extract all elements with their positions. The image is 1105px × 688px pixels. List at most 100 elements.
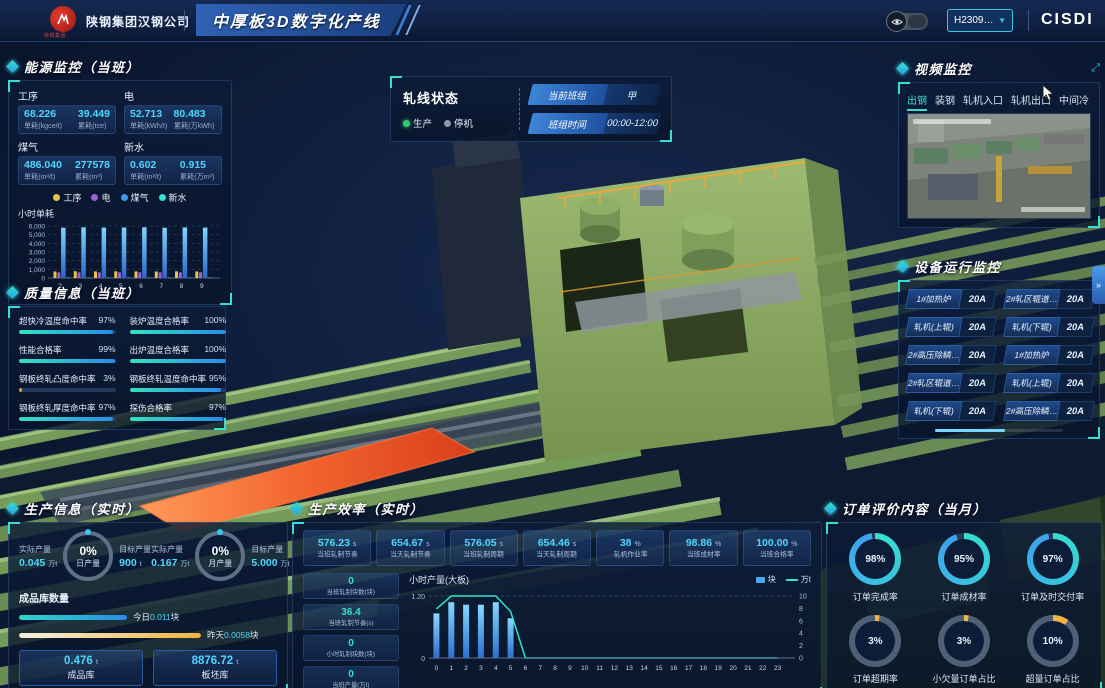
legend-dot — [53, 194, 60, 201]
svg-text:10: 10 — [581, 665, 589, 672]
batch-selector-value: H2309… — [954, 15, 993, 26]
monthly-output-gauge: 0%月产量 — [195, 531, 245, 581]
panel-collapse-tab[interactable]: » — [1092, 266, 1105, 304]
svg-text:23: 23 — [774, 665, 782, 672]
quality-item: 性能合格率99% — [19, 344, 116, 363]
equipment-row: 轧机(下辊)20A — [905, 401, 996, 421]
svg-text:4: 4 — [799, 631, 803, 638]
stock-section-title: 成品库数量 — [19, 590, 277, 605]
svg-text:15: 15 — [655, 665, 663, 672]
stat-box: 98.86 %当班成材率 — [669, 530, 737, 566]
efficiency-side-stats: 0当班轧制块数(块) 36.4当班轧制节奏(s) 0小时轧制块数(块) 0当班产… — [303, 573, 399, 688]
top-header-bar: 陕钢集团 陕钢集团汉钢公司 中厚板3D数字化产线 H2309… ▼ CISDI — [0, 0, 1105, 42]
svg-text:21: 21 — [744, 665, 752, 672]
panel-energy-monitor: 能源监控（当班） 工序 68.226单耗(kgce/t) 39.449累耗(tc… — [8, 56, 232, 305]
stat-box: 654.67 s当天轧制节奏 — [376, 530, 444, 566]
current-shift-chip: 当前班组 甲 — [527, 84, 661, 105]
energy-panel-title: 能源监控（当班） — [24, 57, 140, 76]
tab-camera-0[interactable]: 出钢 — [907, 92, 927, 107]
svg-text:11: 11 — [596, 665, 603, 672]
panel-quality-info: 质量信息（当班） 超快冷温度命中率97% 装炉温度合格率100% 性能合格率99… — [8, 282, 226, 430]
energy-section: 工序 68.226单耗(kgce/t) 39.449累耗(tce) — [18, 88, 116, 134]
energy-section: 新水 0.602单耗(m³/t) 0.915累耗(万m³) — [124, 139, 222, 185]
svg-text:2,000: 2,000 — [29, 258, 46, 265]
quality-grid: 超快冷温度命中率97% 装炉温度合格率100% 性能合格率99% 出炉温度合格率… — [19, 315, 215, 421]
legend-dot — [121, 194, 128, 201]
panel-production-efficiency: 生产效率（实时） 576.23 s当班轧制节奏 654.67 s当天轧制节奏 5… — [292, 498, 822, 688]
camera-osd-timestamp — [913, 119, 991, 124]
energy-section: 煤气 486.040单耗(m³/t) 277578累耗(m³) — [18, 139, 116, 185]
svg-text:0: 0 — [799, 656, 803, 663]
stat-box: 38 %轧机作业率 — [596, 530, 664, 566]
equipment-row: 1#加热炉20A — [905, 289, 996, 309]
header-divider — [1028, 10, 1029, 31]
camera-osd-label — [1021, 207, 1085, 212]
equipment-grid: 1#加热炉20A 2#轧区辊道…20A 轧机(上辊)20A 轧机(下辊)20A … — [907, 289, 1091, 421]
svg-text:10: 10 — [799, 594, 807, 601]
donut-order-shortage: 3% 小欠量订单占比 — [922, 615, 1007, 685]
stat-box: 576.23 s当班轧制节奏 — [303, 530, 371, 566]
chevron-down-icon: ▼ — [998, 16, 1006, 25]
horizontal-scrollbar[interactable] — [935, 429, 1064, 432]
equipment-panel-title: 设备运行监控 — [914, 257, 1001, 276]
panel-line-status: 轧线状态 生产 停机 当前班组 甲 班组时间 00:00-12:00 — [390, 72, 672, 142]
line-status-legend: 生产 停机 — [403, 116, 509, 130]
equipment-row: 2#高压除鳞…20A — [1003, 401, 1094, 421]
quality-item: 钢板终轧温度命中率95% — [130, 373, 227, 392]
hourly-output-chart: 02468101.2000123456789101112131415161718… — [409, 586, 811, 688]
equipment-row: 1#加热炉20A — [1003, 345, 1094, 365]
daily-output-gauge-group: 实际产量 0.045 万t 0%日产量 目标产量 900 t — [19, 531, 151, 581]
batch-selector-dropdown[interactable]: H2309… ▼ — [947, 9, 1013, 32]
tab-camera-2[interactable]: 轧机入口 — [963, 92, 1003, 107]
camera-video-feed[interactable] — [907, 113, 1091, 219]
stat-box: 576.05 s当班轧制周期 — [450, 530, 518, 566]
monthly-output-gauge-group: 实际产量 0.167 万t 0%月产量 目标产量 5.000 万t — [151, 531, 289, 581]
legend-dot — [91, 194, 98, 201]
svg-text:4: 4 — [494, 665, 498, 672]
donut-order-overdue: 3% 订单超期率 — [833, 615, 918, 685]
svg-text:8: 8 — [553, 665, 557, 672]
panel-equipment-monitor: 设备运行监控 1#加热炉20A 2#轧区辊道…20A 轧机(上辊)20A 轧机(… — [898, 256, 1100, 439]
quality-item: 钢板终轧厚度命中率97% — [19, 402, 116, 421]
svg-text:18: 18 — [700, 665, 708, 672]
vertical-divider — [519, 88, 520, 130]
production-panel-title: 生产信息（实时） — [24, 499, 140, 518]
company-name: 陕钢集团汉钢公司 — [86, 13, 190, 30]
energy-stats-grid: 工序 68.226单耗(kgce/t) 39.449累耗(tce) 电 52.7… — [18, 88, 222, 185]
svg-text:2: 2 — [799, 643, 803, 650]
svg-text:6: 6 — [799, 618, 803, 625]
panel-diamond-icon — [6, 502, 19, 515]
donut-order-ontime-delivery: 97% 订单及时交付率 — [1010, 533, 1095, 603]
tab-camera-1[interactable]: 装钢 — [935, 92, 955, 107]
stock-bar-today: 今日0.011块 — [19, 611, 277, 623]
video-panel-title: 视频监控 — [914, 59, 972, 78]
line-status-title: 轧线状态 — [403, 88, 509, 107]
quality-item: 超快冷温度命中率97% — [19, 315, 116, 334]
toggle-knob — [908, 15, 926, 28]
tab-camera-4[interactable]: 中间冷 — [1059, 92, 1089, 107]
efficiency-panel-title: 生产效率（实时） — [308, 499, 424, 518]
scrollbar-thumb[interactable] — [935, 429, 1006, 432]
panel-video-monitor: 视频监控 ⤢ 出钢 装钢 轧机入口 轧机出口 中间冷 电加热 — [898, 58, 1100, 228]
panel-production-info: 生产信息（实时） 实际产量 0.045 万t 0%日产量 目标产量 900 t … — [8, 498, 288, 688]
expand-icon[interactable]: ⤢ — [1091, 62, 1100, 75]
visibility-toggle[interactable] — [888, 13, 928, 30]
svg-text:8: 8 — [799, 606, 803, 613]
efficiency-stats-row: 576.23 s当班轧制节奏 654.67 s当天轧制节奏 576.05 s当班… — [303, 530, 811, 566]
stock-bar-yesterday: 昨天0.0058块 — [19, 629, 277, 641]
page-title: 中厚板3D数字化产线 — [212, 8, 380, 32]
mouse-cursor — [1042, 84, 1056, 107]
equipment-row: 2#轧区辊道…20A — [1003, 289, 1094, 309]
legend-line-swatch — [786, 579, 798, 581]
svg-text:4,000: 4,000 — [29, 241, 46, 248]
quality-item: 装炉温度合格率100% — [130, 315, 227, 334]
header-divider — [184, 10, 185, 31]
svg-text:19: 19 — [715, 665, 723, 672]
panel-diamond-icon — [824, 502, 837, 515]
company-logo-icon — [50, 6, 76, 32]
panel-order-evaluation: 订单评价内容（当月） 98% 订单完成率 95% 订单成材率 97% 订单及时交… — [826, 498, 1102, 688]
panel-diamond-icon — [896, 260, 909, 273]
energy-section: 电 52.713单耗(kWh/t) 80.483累耗(万kWh) — [124, 88, 222, 134]
camera-tabs: 出钢 装钢 轧机入口 轧机出口 中间冷 电加热 — [907, 89, 1091, 113]
energy-chart-legend: 工序 电 煤气 新水 — [18, 191, 222, 204]
